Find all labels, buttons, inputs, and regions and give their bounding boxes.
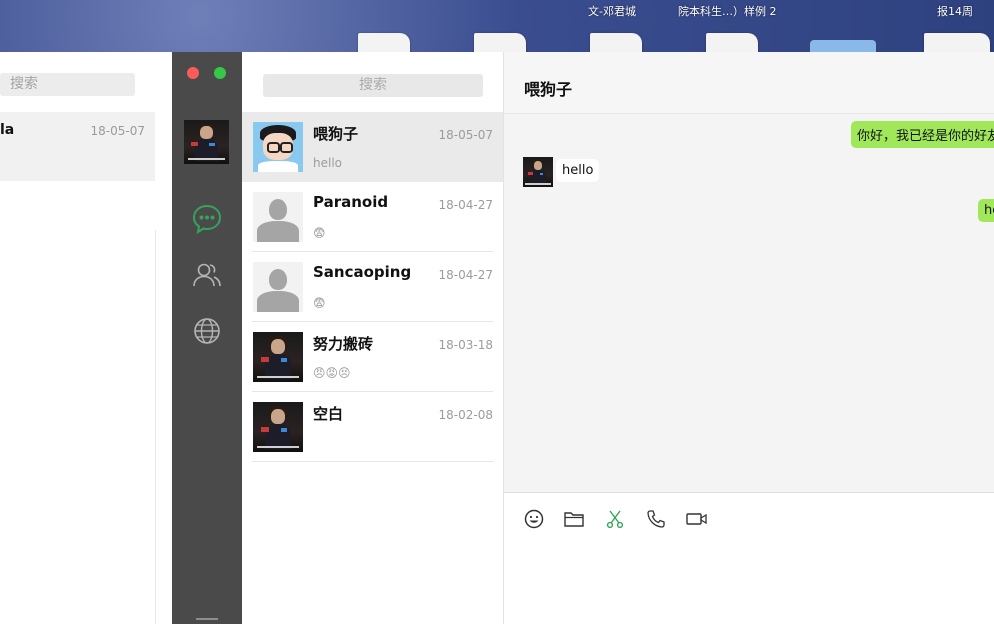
input-toolbar xyxy=(504,492,994,625)
desktop-background: 文-邓君城 院本科生…）样例 2 报14周 xyxy=(0,0,994,56)
conversation-preview: hello xyxy=(313,156,342,170)
app-sidebar xyxy=(172,52,242,624)
photo-avatar xyxy=(253,402,303,452)
background-window: 搜索 la 18-05-07 xyxy=(0,52,173,624)
globe-icon[interactable] xyxy=(190,314,224,348)
conversation-date: 18-04-27 xyxy=(438,198,493,212)
conversation-preview: 😠😡😣 xyxy=(313,366,351,380)
search-input[interactable]: 搜索 xyxy=(263,74,483,97)
conversation-preview: 😨 xyxy=(313,296,326,310)
default-avatar xyxy=(253,192,303,242)
default-avatar xyxy=(253,262,303,312)
contacts-icon[interactable] xyxy=(190,258,224,292)
phone-icon[interactable] xyxy=(645,508,667,530)
conversation-row[interactable]: Sancaoping 18-04-27 😨 xyxy=(242,252,503,322)
background-row-name: la xyxy=(0,122,15,138)
conversation-list: 搜索 喂狗子 18-05-07 hello Paranoid 18-04-27 … xyxy=(242,52,504,624)
conversation-date: 18-04-27 xyxy=(438,268,493,282)
conversation-date: 18-05-07 xyxy=(438,128,493,142)
video-icon[interactable] xyxy=(686,508,708,530)
conversation-row[interactable]: Paranoid 18-04-27 😨 xyxy=(242,182,503,252)
chat-bubble-icon[interactable] xyxy=(190,202,224,236)
conversation-name: 努力搬砖 xyxy=(313,335,374,353)
zoom-window-button[interactable] xyxy=(214,67,226,79)
scissors-icon[interactable] xyxy=(604,508,626,530)
conversation-row[interactable]: 努力搬砖 18-03-18 😠😡😣 xyxy=(242,322,503,392)
my-avatar[interactable] xyxy=(184,120,229,164)
close-window-button[interactable] xyxy=(187,67,199,79)
conversation-row[interactable]: 喂狗子 18-05-07 hello xyxy=(242,112,503,182)
divider xyxy=(252,461,493,462)
outgoing-message[interactable]: 你好，我已经是你的好友 xyxy=(851,121,994,148)
incoming-message[interactable]: hello xyxy=(556,159,600,182)
desktop-file-label: 报14周 xyxy=(937,5,973,18)
chat-header: 喂狗子 xyxy=(504,52,994,114)
conversation-name: Paranoid xyxy=(313,193,389,211)
chat-pane: 喂狗子 你好，我已经是你的好友 hello he xyxy=(504,52,994,625)
message-area[interactable]: 你好，我已经是你的好友 hello he xyxy=(504,114,994,492)
desktop-file-label: 院本科生…）样例 2 xyxy=(678,5,777,18)
conversation-name: 喂狗子 xyxy=(313,125,359,143)
conversation-preview: 😨 xyxy=(313,226,326,240)
photo-avatar xyxy=(253,332,303,382)
outgoing-message[interactable]: he xyxy=(978,199,994,222)
conversation-name: Sancaoping xyxy=(313,263,412,281)
desktop-file-label: 文-邓君城 xyxy=(588,5,636,18)
background-row-date: 18-05-07 xyxy=(90,124,145,138)
emoji-icon[interactable] xyxy=(523,508,545,530)
conversation-date: 18-03-18 xyxy=(438,338,493,352)
conversation-name: 空白 xyxy=(313,405,344,423)
folder-icon[interactable] xyxy=(563,508,585,530)
sender-avatar[interactable] xyxy=(523,157,553,187)
menu-handle-icon[interactable] xyxy=(196,618,218,620)
background-search-input[interactable]: 搜索 xyxy=(0,73,135,96)
cartoon-avatar xyxy=(253,122,303,172)
conversation-date: 18-02-08 xyxy=(438,408,493,422)
chat-title: 喂狗子 xyxy=(524,80,573,99)
divider xyxy=(155,230,156,624)
conversation-row[interactable]: 空白 18-02-08 xyxy=(242,392,503,462)
background-conversation-row[interactable]: la 18-05-07 xyxy=(0,112,155,181)
